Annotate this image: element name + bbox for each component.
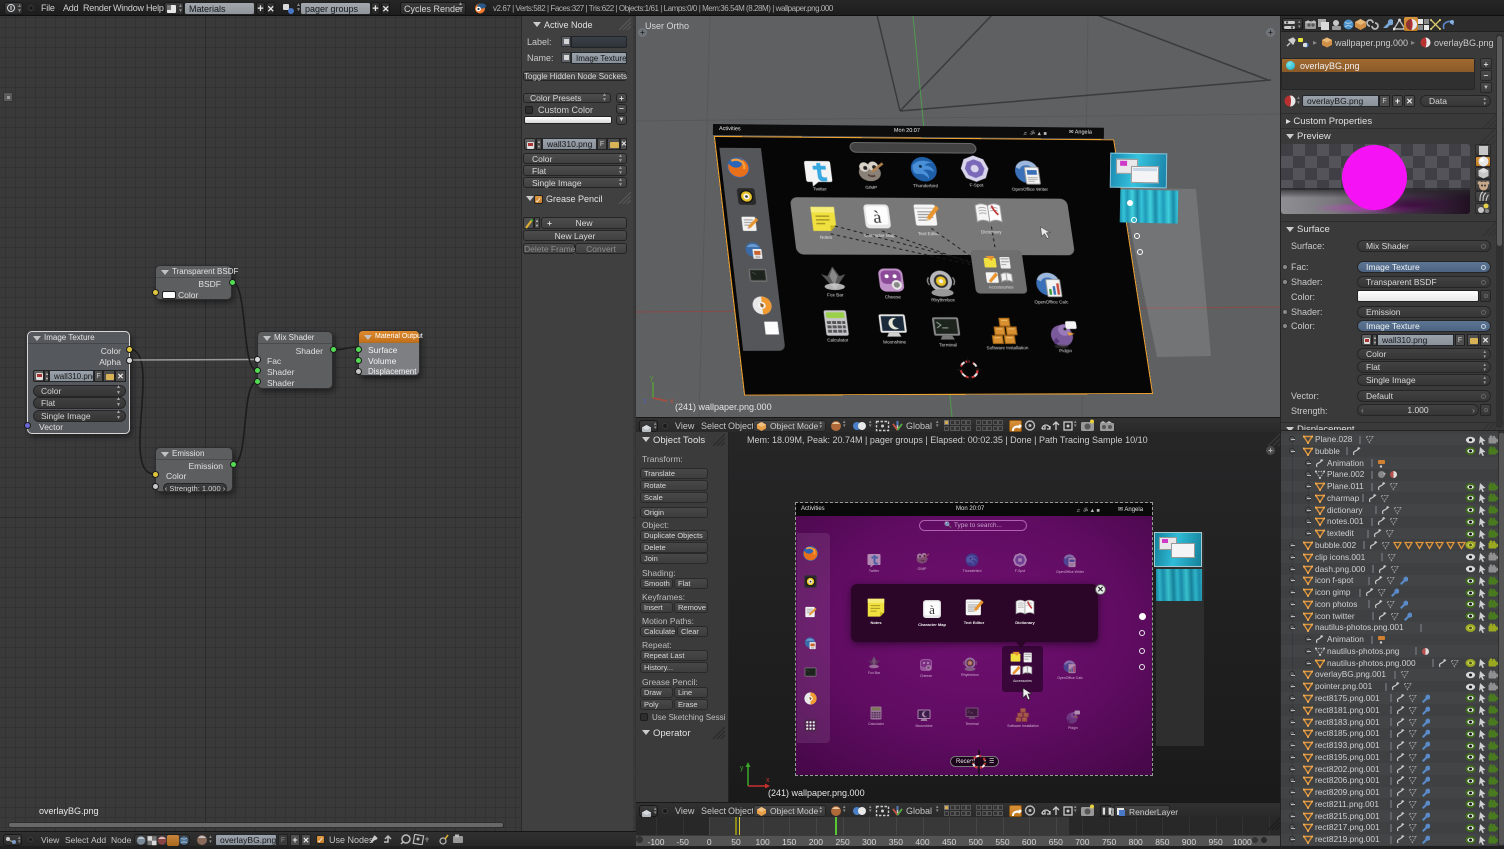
- svg-text:x: x: [670, 398, 674, 404]
- svg-text:y: y: [740, 765, 744, 772]
- svg-text:y: y: [650, 375, 654, 382]
- svg-text:x: x: [766, 777, 770, 784]
- svg-text:z: z: [643, 398, 647, 404]
